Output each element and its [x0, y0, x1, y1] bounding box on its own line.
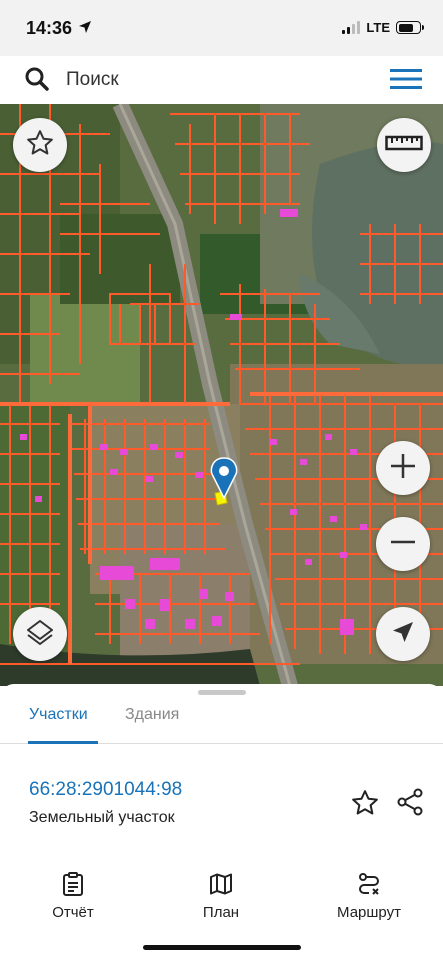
layers-icon — [25, 617, 55, 652]
nav-report-button[interactable]: Отчёт — [18, 872, 128, 921]
network-type: LTE — [366, 20, 390, 35]
zoom-out-button[interactable] — [376, 517, 430, 571]
nav-plan-label: План — [202, 904, 240, 921]
report-icon — [18, 872, 128, 896]
battery-icon — [396, 21, 424, 34]
cadastral-map[interactable] — [0, 104, 443, 686]
active-tab-indicator — [28, 741, 98, 744]
tab-buildings[interactable]: Здания — [125, 706, 179, 724]
layers-button[interactable] — [13, 607, 67, 661]
zoom-out-icon — [388, 527, 418, 562]
status-bar: 14:36 LTE — [0, 0, 443, 56]
nav-route-button[interactable]: Маршрут — [314, 872, 424, 921]
map-plan-icon — [166, 872, 276, 896]
nav-route-label: Маршрут — [337, 904, 401, 921]
ruler-icon — [385, 133, 423, 158]
location-arrow-icon — [78, 20, 92, 39]
search-input[interactable]: Поиск — [66, 69, 119, 91]
star-icon[interactable] — [350, 788, 380, 823]
map-canvas[interactable] — [0, 104, 443, 686]
sheet-drag-handle[interactable] — [198, 690, 246, 695]
route-icon — [314, 872, 424, 896]
search-bar[interactable]: Поиск — [8, 58, 436, 100]
tab-parcels[interactable]: Участки — [29, 706, 88, 724]
parcel-type-label: Земельный участок — [29, 809, 175, 826]
share-icon[interactable] — [395, 787, 425, 822]
star-icon — [25, 128, 55, 163]
ruler-button[interactable] — [377, 118, 431, 172]
cadastral-number-link[interactable]: 66:28:2901044:98 — [29, 779, 182, 801]
search-icon[interactable] — [24, 66, 50, 97]
zoom-in-button[interactable] — [376, 441, 430, 495]
my-location-button[interactable] — [376, 607, 430, 661]
nav-report-label: Отчёт — [52, 904, 94, 921]
signal-icon — [342, 21, 361, 34]
sheet-tabs: Участки Здания — [0, 704, 443, 744]
bottom-navigation: Отчёт План Маршрут — [0, 860, 443, 960]
home-indicator[interactable] — [143, 945, 301, 950]
navigation-arrow-icon — [391, 620, 415, 649]
status-time: 14:36 — [26, 18, 73, 38]
nav-plan-button[interactable]: План — [166, 872, 276, 921]
hamburger-menu-icon[interactable] — [390, 68, 422, 95]
zoom-in-icon — [388, 451, 418, 486]
favorite-button[interactable] — [13, 118, 67, 172]
